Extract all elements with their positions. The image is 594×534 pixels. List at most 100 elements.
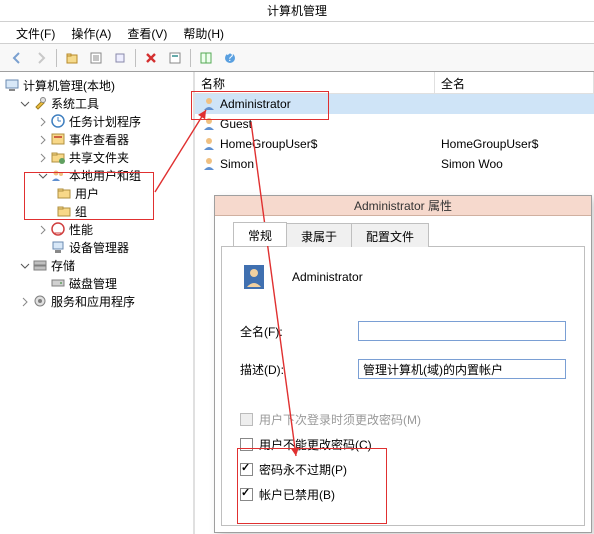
- cell-text: Simon Woo: [435, 157, 594, 171]
- tree-label: 设备管理器: [69, 239, 129, 256]
- dialog-title: Administrator 属性: [215, 196, 591, 216]
- checkbox-disabled[interactable]: 帐户已禁用(B): [240, 486, 566, 503]
- checkbox-icon: [240, 463, 253, 476]
- tree-root[interactable]: 计算机管理(本地): [2, 76, 191, 94]
- user-icon: [201, 96, 217, 112]
- toolbar-button-a[interactable]: [195, 47, 217, 69]
- tree-diskmgmt[interactable]: 磁盘管理: [2, 274, 191, 292]
- checkbox-icon: [240, 413, 253, 426]
- list-row-homegroupuser[interactable]: HomeGroupUser$ HomeGroupUser$: [195, 134, 594, 154]
- menu-bar: 文件(F) 操作(A) 查看(V) 帮助(H): [0, 22, 594, 44]
- tree-taskscheduler[interactable]: 任务计划程序: [2, 112, 191, 130]
- dialog-username: Administrator: [292, 270, 363, 284]
- tree-label: 本地用户和组: [69, 167, 141, 184]
- tab-content: Administrator 全名(F): 描述(D): 用户下次登录时须更改密码…: [221, 246, 585, 526]
- toolbar-separator: [56, 49, 57, 67]
- tree-performance[interactable]: 性能: [2, 220, 191, 238]
- cell-text: Administrator: [220, 97, 291, 111]
- list-row-guest[interactable]: Guest: [195, 114, 594, 134]
- checkbox-cannot-change[interactable]: 用户不能更改密码(C): [240, 436, 566, 453]
- tree-storage[interactable]: 存储: [2, 256, 191, 274]
- cell-text: HomeGroupUser$: [435, 137, 594, 151]
- list-body: Administrator Guest HomeGroupUser$ HomeG…: [195, 94, 594, 174]
- list-row-simon[interactable]: Simon Simon Woo: [195, 154, 594, 174]
- tree-services[interactable]: 服务和应用程序: [2, 292, 191, 310]
- tree-label: 系统工具: [51, 95, 99, 112]
- menu-file[interactable]: 文件(F): [8, 22, 63, 43]
- checkbox-label: 用户下次登录时须更改密码(M): [259, 411, 421, 428]
- expand-icon: [38, 116, 48, 126]
- tree-eventviewer[interactable]: 事件查看器: [2, 130, 191, 148]
- tools-icon: [32, 95, 48, 111]
- tree-label: 性能: [69, 221, 93, 238]
- storage-icon: [32, 257, 48, 273]
- list-row-administrator[interactable]: Administrator: [195, 94, 594, 114]
- export-button[interactable]: [109, 47, 131, 69]
- tree-label: 用户: [75, 185, 99, 202]
- cell-text: Guest: [220, 117, 252, 131]
- user-icon: [201, 116, 217, 132]
- user-icon: [201, 136, 217, 152]
- desc-label: 描述(D):: [240, 361, 358, 378]
- forward-button[interactable]: [30, 47, 52, 69]
- collapse-icon: [38, 170, 48, 180]
- svg-text:?: ?: [227, 51, 234, 64]
- column-fullname[interactable]: 全名: [435, 72, 594, 93]
- collapse-icon: [20, 260, 30, 270]
- disk-icon: [50, 275, 66, 291]
- expand-icon: [38, 224, 48, 234]
- event-icon: [50, 131, 66, 147]
- back-button[interactable]: [6, 47, 28, 69]
- tree-localusersgroups[interactable]: 本地用户和组: [2, 166, 191, 184]
- expand-icon: [38, 152, 48, 162]
- tree-label: 服务和应用程序: [51, 293, 135, 310]
- checkbox-label: 用户不能更改密码(C): [259, 436, 372, 453]
- help-button[interactable]: ?: [219, 47, 241, 69]
- tree-sharedfolders[interactable]: 共享文件夹: [2, 148, 191, 166]
- menu-action[interactable]: 操作(A): [63, 22, 119, 43]
- tab-profile[interactable]: 配置文件: [351, 223, 429, 247]
- tab-general[interactable]: 常规: [233, 222, 287, 246]
- tree-label: 任务计划程序: [69, 113, 141, 130]
- tree-systools[interactable]: 系统工具: [2, 94, 191, 112]
- tree-panel: 计算机管理(本地) 系统工具 任务计划程序 事件查看器 共享文件夹 本地用户和组: [0, 72, 195, 534]
- toolbar-separator: [135, 49, 136, 67]
- tree-label: 共享文件夹: [69, 149, 129, 166]
- sharedfolder-icon: [50, 149, 66, 165]
- checkbox-icon: [240, 438, 253, 451]
- tree-label: 组: [75, 203, 87, 220]
- properties-button[interactable]: [85, 47, 107, 69]
- cell-text: HomeGroupUser$: [220, 137, 317, 151]
- refresh-button[interactable]: [164, 47, 186, 69]
- tree-label: 计算机管理(本地): [23, 77, 115, 94]
- tab-memberof[interactable]: 隶属于: [286, 223, 352, 247]
- folder-icon: [56, 203, 72, 219]
- toolbar: ?: [0, 44, 594, 72]
- expand-icon: [20, 296, 30, 306]
- tree-label: 事件查看器: [69, 131, 129, 148]
- menu-view[interactable]: 查看(V): [119, 22, 175, 43]
- properties-dialog: Administrator 属性 常规 隶属于 配置文件 Administrat…: [214, 195, 592, 533]
- up-button[interactable]: [61, 47, 83, 69]
- computer-icon: [4, 77, 20, 93]
- desc-input[interactable]: [358, 359, 566, 379]
- column-name[interactable]: 名称: [195, 72, 435, 93]
- window-title: 计算机管理: [0, 0, 594, 22]
- menu-help[interactable]: 帮助(H): [175, 22, 232, 43]
- checkbox-must-change: 用户下次登录时须更改密码(M): [240, 411, 566, 428]
- fullname-input[interactable]: [358, 321, 566, 341]
- checkbox-icon: [240, 488, 253, 501]
- checkbox-never-expire[interactable]: 密码永不过期(P): [240, 461, 566, 478]
- clock-icon: [50, 113, 66, 129]
- checkbox-label: 密码永不过期(P): [259, 461, 347, 478]
- user-large-icon: [240, 261, 272, 293]
- tab-strip: 常规 隶属于 配置文件: [221, 222, 585, 246]
- users-icon: [50, 167, 66, 183]
- tree-groups[interactable]: 组: [2, 202, 191, 220]
- delete-button[interactable]: [140, 47, 162, 69]
- expand-icon: [38, 134, 48, 144]
- tree-users[interactable]: 用户: [2, 184, 191, 202]
- services-icon: [32, 293, 48, 309]
- performance-icon: [50, 221, 66, 237]
- tree-devicemgr[interactable]: 设备管理器: [2, 238, 191, 256]
